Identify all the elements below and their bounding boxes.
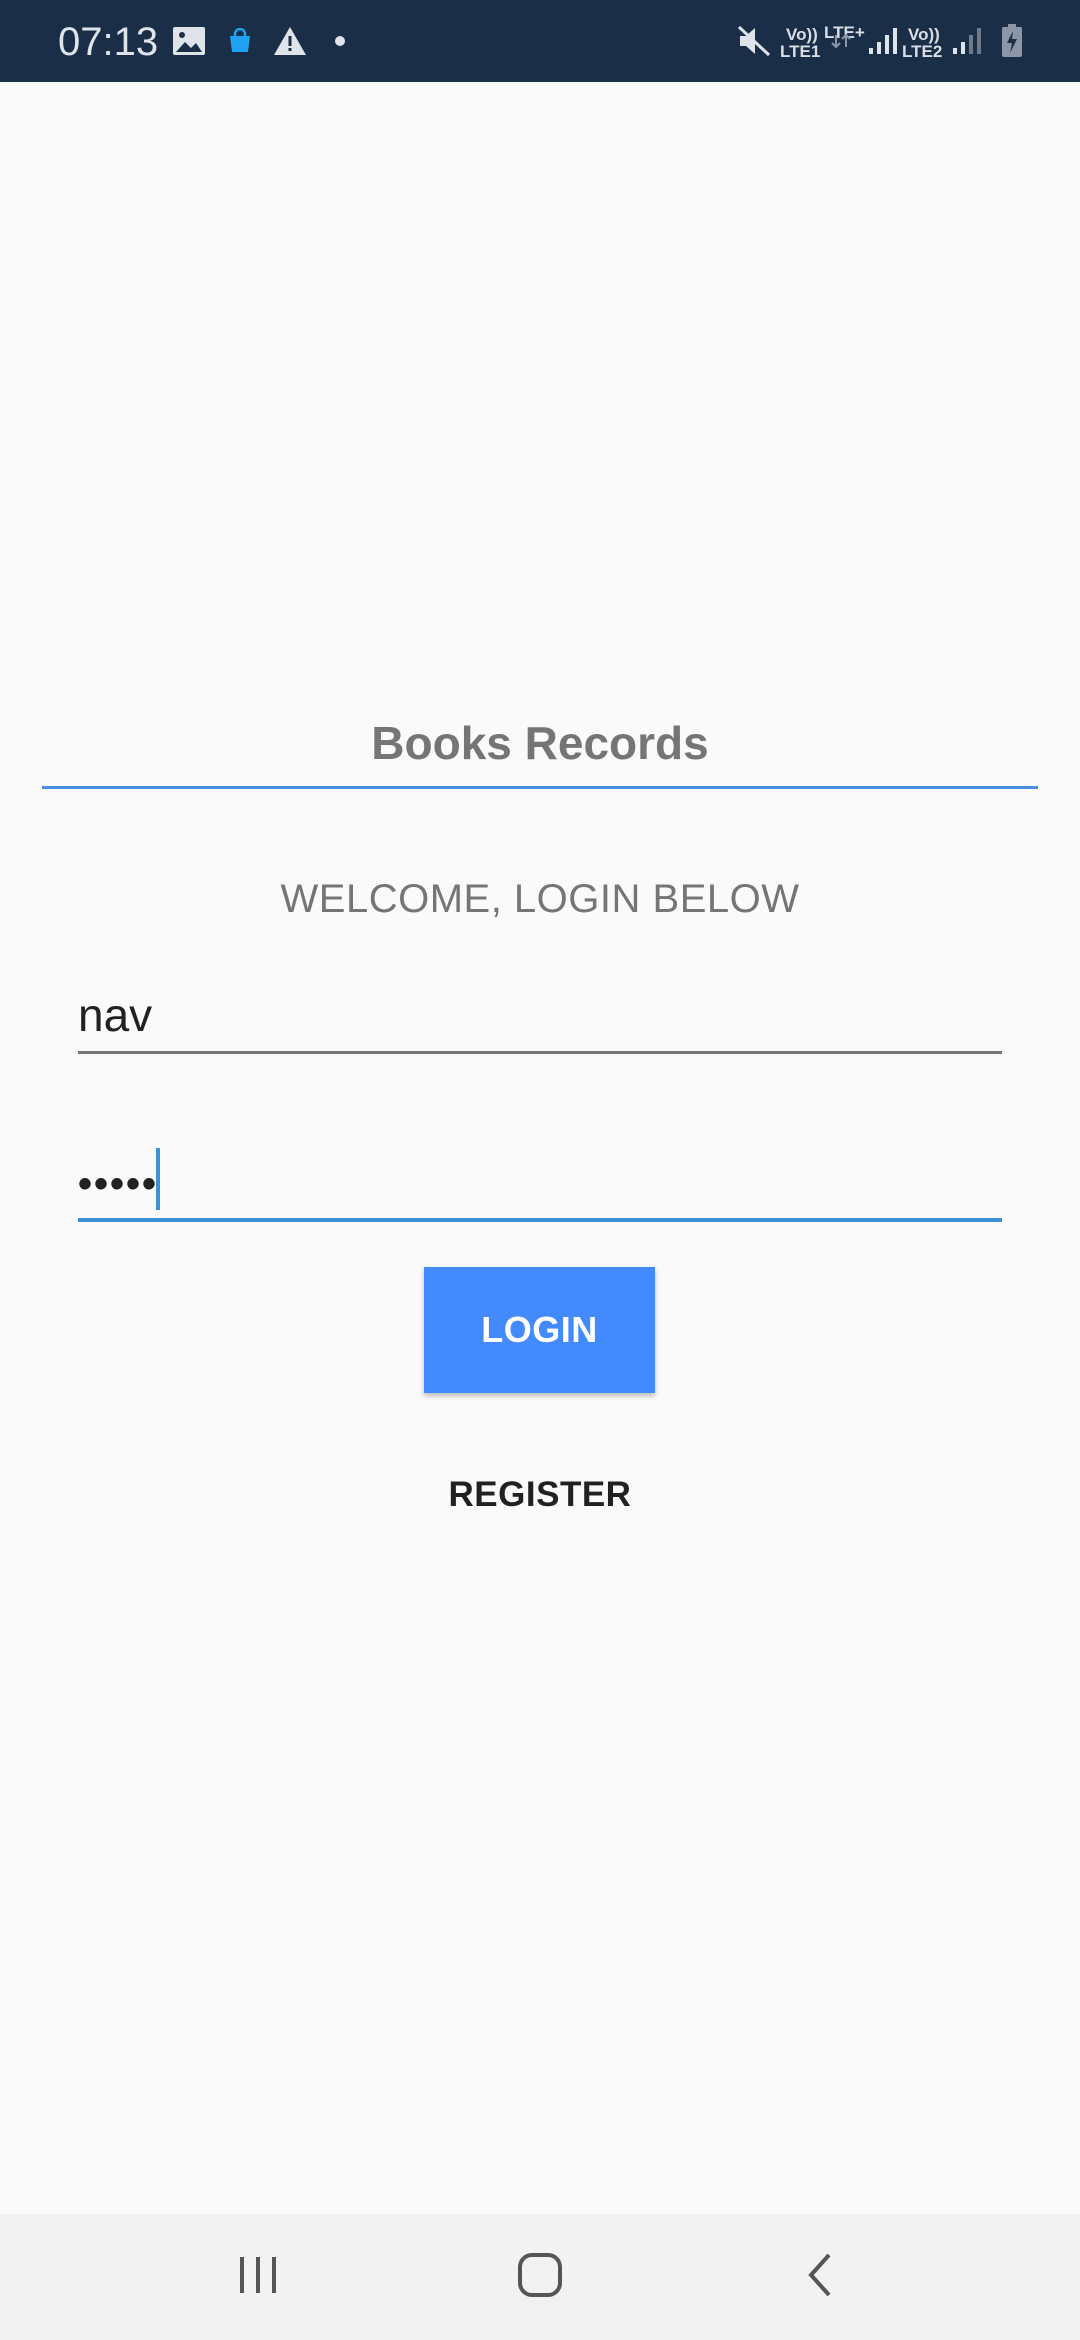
status-time: 07:13	[58, 20, 159, 64]
status-bar: 07:13 Vo)) LTE1 LTE+ Vo)) LTE2	[0, 0, 1080, 82]
sim1-label-bottom: LTE1	[780, 42, 821, 61]
login-button[interactable]: LOGIN	[424, 1267, 655, 1393]
welcome-heading: WELCOME, LOGIN BELOW	[280, 877, 800, 921]
recent-apps-icon	[236, 2255, 280, 2300]
mute-icon	[736, 0, 772, 82]
title-underline	[42, 786, 1038, 789]
home-button[interactable]	[480, 2214, 600, 2340]
password-value: •••••	[78, 1162, 159, 1206]
back-button[interactable]	[760, 2214, 880, 2340]
navigation-bar	[0, 2214, 1080, 2340]
back-icon	[805, 2252, 835, 2303]
recent-apps-button[interactable]	[198, 2214, 318, 2340]
gallery-icon	[172, 0, 206, 82]
warning-icon	[272, 0, 308, 82]
home-icon	[517, 2252, 563, 2303]
sim2-label-bottom: LTE2	[902, 42, 943, 61]
signal-icon	[868, 0, 898, 82]
app-title: Books Records	[371, 717, 709, 769]
username-field[interactable]: nav	[78, 975, 1002, 1054]
shopping-bag-icon	[228, 0, 252, 82]
dot-icon	[334, 0, 346, 82]
signal-icon-2	[952, 0, 982, 82]
data-arrows-icon	[830, 16, 852, 66]
text-cursor	[156, 1148, 160, 1210]
password-field[interactable]: •••••	[78, 1140, 1002, 1222]
register-button[interactable]: REGISTER	[390, 1465, 690, 1525]
battery-charging-icon	[1000, 0, 1024, 82]
username-value: nav	[78, 989, 153, 1041]
